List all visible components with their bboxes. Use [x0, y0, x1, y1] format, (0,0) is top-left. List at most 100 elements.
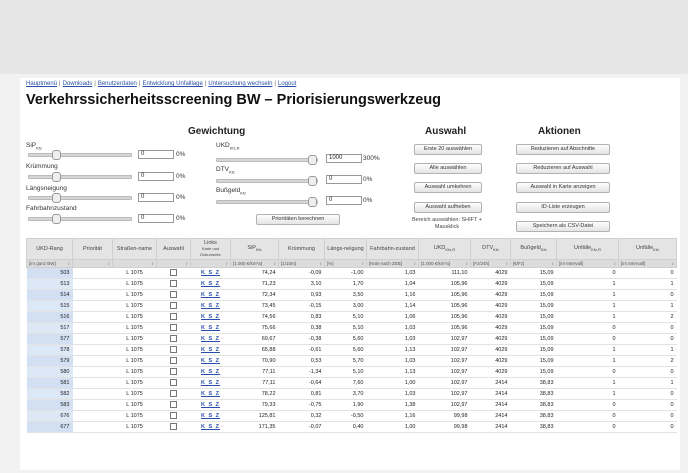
column-header-unfaelle-kfz-r[interactable]: UnfälleKfz,R	[556, 238, 619, 260]
show-selection-in-map-button[interactable]: Auswahl in Karte anzeigen	[516, 182, 610, 193]
slider-handle[interactable]	[52, 172, 61, 182]
sort-arrow-icon[interactable]: ↕	[466, 261, 468, 266]
row-select-checkbox[interactable]	[170, 268, 177, 276]
slider-handle[interactable]	[308, 197, 317, 207]
sort-arrow-icon[interactable]: ↕	[152, 261, 154, 266]
row-select-checkbox[interactable]	[170, 301, 177, 309]
weight-slider-laengsneigung[interactable]	[28, 193, 132, 203]
table-row[interactable]: 515 L 1075 K S Z 73,45 -0,15 3,00 1,14 105,96 40…	[26, 300, 677, 312]
row-select-checkbox[interactable]	[170, 411, 177, 419]
links-kaz[interactable]: K S Z	[201, 358, 220, 364]
links-kaz[interactable]: K S Z	[201, 325, 220, 331]
table-row[interactable]: 503 L 1075 K S Z 74,24 -0,09 -1,00 1,03 111,10 4…	[26, 267, 677, 279]
table-row[interactable]: 517 L 1075 K S Z 75,66 0,38 5,10 1,03 105,96 402…	[26, 322, 677, 334]
nav-link-entwicklung[interactable]: Entwicklung Unfalllage	[142, 81, 202, 87]
table-row[interactable]: 514 L 1075 K S Z 72,34 0,93 3,50 1,16 105,96 402…	[26, 289, 677, 301]
links-kaz[interactable]: K S Z	[201, 281, 220, 287]
sort-arrow-icon[interactable]: ↕	[506, 261, 508, 266]
weight-input-bussgeld[interactable]: 0	[326, 196, 362, 205]
weight-slider-fahrbahnzustand[interactable]	[28, 214, 132, 224]
reduce-to-selection-button[interactable]: Reduzieren auf Auswahl	[516, 163, 610, 174]
column-header-ukd-rang[interactable]: UKD-Rang	[26, 238, 73, 260]
row-select-checkbox[interactable]	[170, 279, 177, 287]
weight-input-kruemmung[interactable]: 0	[138, 172, 174, 181]
save-as-csv-button[interactable]: Speichern als CSV-Datei	[516, 221, 610, 232]
links-kaz[interactable]: K S Z	[201, 336, 220, 342]
table-row[interactable]: 580 L 1075 K S Z 77,11 -1,34 5,10 1,13 102,97 40…	[26, 366, 677, 378]
weight-slider-kruemmung[interactable]	[28, 172, 132, 182]
column-header-fahrbahnzustand[interactable]: Fahrbahn-zustand	[366, 238, 419, 260]
row-select-checkbox[interactable]	[170, 345, 177, 353]
nav-link-downloads[interactable]: Downloads	[63, 81, 93, 87]
select-first-20-button[interactable]: Erste 20 auswählen	[414, 144, 482, 155]
links-kaz[interactable]: K S Z	[201, 391, 220, 397]
table-row[interactable]: 582 L 1075 K S Z 78,22 0,81 3,70 1,03 102,97 241…	[26, 388, 677, 400]
nav-link-hauptmenu[interactable]: Hauptmenü	[26, 81, 57, 87]
weight-input-sip[interactable]: 0	[138, 150, 174, 159]
sort-arrow-icon[interactable]: ↕	[274, 261, 276, 266]
column-header-bussgeld[interactable]: BußgeldKfz	[510, 238, 557, 260]
table-row[interactable]: 581 L 1075 K S Z 77,11 -0,64 7,60 1,00 102,97 24…	[26, 377, 677, 389]
links-kaz[interactable]: K S Z	[201, 402, 220, 408]
clear-selection-button[interactable]: Auswahl aufheben	[414, 202, 482, 213]
row-select-checkbox[interactable]	[170, 378, 177, 386]
weight-input-dtv[interactable]: 0	[326, 175, 362, 184]
sort-arrow-icon[interactable]: ↕	[362, 261, 364, 266]
links-kaz[interactable]: K S Z	[201, 369, 220, 375]
sort-arrow-icon[interactable]: ↕	[552, 261, 554, 266]
nav-link-benutzerdaten[interactable]: Benutzerdaten	[98, 81, 137, 87]
links-kaz[interactable]: K S Z	[201, 314, 220, 320]
table-row[interactable]: 583 L 1075 K S Z 79,33 -0,75 1,90 1,38 102,97 24…	[26, 399, 677, 411]
table-row[interactable]: 676 L 1075 K S Z 125,81 0,32 -0,50 1,16 99,98 24…	[26, 410, 677, 422]
column-header-sip[interactable]: SiPKfz	[230, 238, 279, 260]
weight-input-fahrbahnzustand[interactable]: 0	[138, 214, 174, 223]
nav-link-logout[interactable]: Logout	[278, 81, 296, 87]
row-select-checkbox[interactable]	[170, 290, 177, 298]
weight-slider-sip[interactable]	[28, 150, 132, 160]
create-id-list-button[interactable]: ID-Liste erzeugen	[516, 202, 610, 213]
table-row[interactable]: 578 L 1075 K S Z 65,88 -0,61 5,60 1,13 102,97 40…	[26, 344, 677, 356]
sort-arrow-icon[interactable]: ↕	[414, 261, 416, 266]
links-kaz[interactable]: K S Z	[201, 270, 220, 276]
weight-input-laengsneigung[interactable]: 0	[138, 193, 174, 202]
nav-link-untersuchung[interactable]: Untersuchung wechseln	[208, 81, 272, 87]
column-header-auswahl[interactable]: Auswahl	[156, 238, 191, 260]
weight-slider-bussgeld[interactable]	[216, 197, 318, 207]
links-kaz[interactable]: K S Z	[201, 380, 220, 386]
table-row[interactable]: 513 L 1075 K S Z 71,23 3,10 1,70 1,04 105,96 402…	[26, 278, 677, 290]
column-header-unfaelle-kfz[interactable]: UnfälleKfz	[618, 238, 677, 260]
weight-slider-dtv[interactable]	[216, 176, 318, 186]
column-header-dtv[interactable]: DTVKfz	[470, 238, 511, 260]
sort-arrow-icon[interactable]: ↕	[186, 261, 188, 266]
column-header-kruemmung[interactable]: Krümmung	[278, 238, 325, 260]
slider-handle[interactable]	[52, 150, 61, 160]
sort-arrow-icon[interactable]: ↕	[614, 261, 616, 266]
links-kaz[interactable]: K S Z	[201, 424, 220, 430]
slider-handle[interactable]	[308, 155, 317, 165]
links-kaz[interactable]: K S Z	[201, 347, 220, 353]
sort-arrow-icon[interactable]: ↕	[108, 261, 110, 266]
row-select-checkbox[interactable]	[170, 367, 177, 375]
links-kaz[interactable]: K S Z	[201, 292, 220, 298]
row-select-checkbox[interactable]	[170, 422, 177, 430]
slider-handle[interactable]	[52, 193, 61, 203]
reduce-to-sections-button[interactable]: Reduzieren auf Abschnitte	[516, 144, 610, 155]
links-kaz[interactable]: K S Z	[201, 413, 220, 419]
column-header-prioritaet[interactable]: Priorität	[72, 238, 113, 260]
row-select-checkbox[interactable]	[170, 312, 177, 320]
row-select-checkbox[interactable]	[170, 323, 177, 331]
table-row[interactable]: 677 L 1075 K S Z 171,35 -0,07 0,40 1,00 99,98 24…	[26, 421, 677, 433]
links-kaz[interactable]: K S Z	[201, 303, 220, 309]
weight-input-ukd[interactable]: 1000	[326, 154, 362, 163]
calculate-priorities-button[interactable]: Prioritäten berechnen	[256, 214, 340, 225]
row-select-checkbox[interactable]	[170, 400, 177, 408]
table-row[interactable]: 516 L 1075 K S Z 74,56 0,83 5,10 1,06 105,96 402…	[26, 311, 677, 323]
column-header-ukd[interactable]: UKDKfz,R	[418, 238, 471, 260]
slider-handle[interactable]	[52, 214, 61, 224]
invert-selection-button[interactable]: Auswahl umkehren	[414, 182, 482, 193]
sort-arrow-icon[interactable]: ↕	[68, 261, 70, 266]
column-header-laengsneigung[interactable]: Längs-neigung	[324, 238, 367, 260]
row-select-checkbox[interactable]	[170, 334, 177, 342]
row-select-checkbox[interactable]	[170, 389, 177, 397]
slider-handle[interactable]	[308, 176, 317, 186]
